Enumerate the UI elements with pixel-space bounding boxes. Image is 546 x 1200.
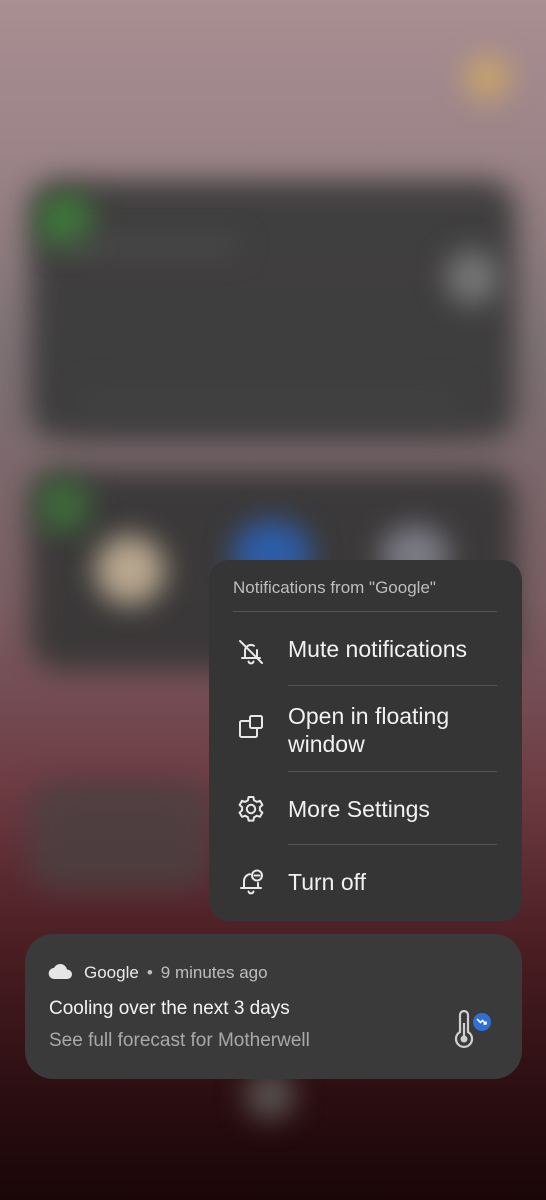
open-floating-window-label: Open in floating window [288, 703, 450, 757]
mute-notifications-item[interactable]: Mute notifications [209, 630, 522, 674]
separator-dot: • [146, 963, 153, 982]
bell-minus-icon [235, 866, 267, 898]
notification-app-name: Google [84, 963, 139, 982]
bell-off-icon [235, 636, 267, 668]
blurred-text [80, 390, 460, 420]
gear-icon [235, 793, 267, 825]
cloud-icon [48, 962, 74, 985]
more-settings-item[interactable]: More Settings [209, 787, 522, 831]
blurred-app-icon [40, 195, 90, 245]
more-settings-label: More Settings [288, 796, 430, 822]
notification-title: Cooling over the next 3 days [49, 998, 290, 1019]
blurred-text [60, 240, 240, 252]
open-floating-window-item[interactable]: Open in floating window [209, 698, 522, 768]
turn-off-item[interactable]: Turn off [209, 860, 522, 904]
notification-time: 9 minutes ago [160, 963, 268, 982]
blurred-background-card [30, 780, 210, 890]
blurred-avatar [95, 535, 165, 605]
notification-card[interactable]: Google • 9 minutes ago Cooling over the … [25, 934, 522, 1079]
blurred-app-icon [38, 480, 88, 530]
menu-divider [233, 611, 497, 612]
turn-off-label: Turn off [288, 869, 366, 895]
thermometer-down-icon [450, 1009, 494, 1053]
notification-text: See full forecast for Motherwell [49, 1030, 310, 1051]
menu-divider [288, 844, 497, 845]
floating-window-icon [235, 711, 267, 743]
blurred-button [445, 250, 500, 305]
notification-context-menu: Notifications from "Google" Mute notific… [209, 560, 522, 921]
menu-divider [288, 771, 497, 772]
notification-header: Google • 9 minutes ago [48, 962, 268, 984]
mute-notifications-label: Mute notifications [288, 636, 467, 662]
menu-divider [288, 685, 497, 686]
menu-title: Notifications from "Google" [233, 578, 436, 597]
blurred-status-icon [465, 55, 510, 100]
